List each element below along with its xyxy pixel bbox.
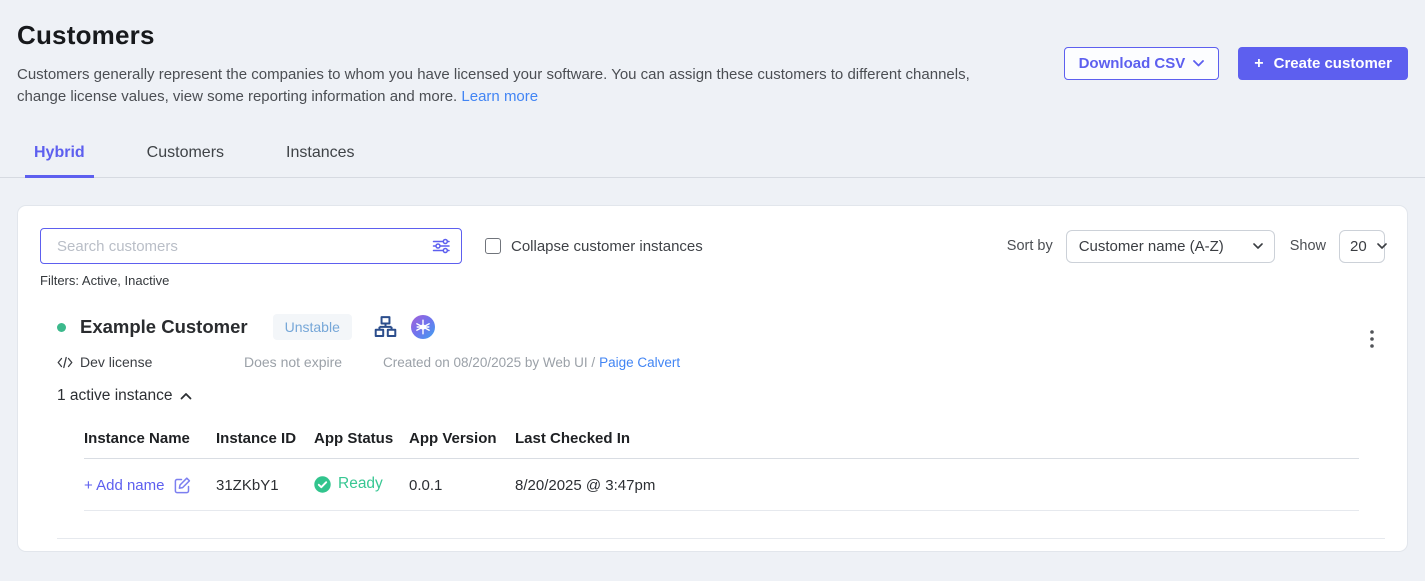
tab-instances[interactable]: Instances [277, 144, 363, 178]
app-status-cell: Ready [314, 475, 383, 493]
code-icon [57, 356, 73, 369]
license-expiration: Does not expire [244, 354, 383, 370]
app-version-cell: 0.0.1 [409, 459, 515, 511]
header-last-checked-in: Last Checked In [515, 426, 1359, 459]
show-select-value: 20 [1350, 238, 1367, 255]
instances-table-header-row: Instance Name Instance ID App Status App… [84, 426, 1359, 459]
toolbar-right: Sort by Customer name (A-Z) Show 20 [1007, 230, 1385, 263]
collapse-instances-checkbox[interactable] [485, 238, 501, 254]
sort-select[interactable]: Customer name (A-Z) [1066, 230, 1275, 263]
customers-page: Customers Customers generally represent … [0, 0, 1425, 581]
created-on-text: Created on 08/20/2025 by Web UI / [383, 355, 595, 370]
customer-meta-row: Dev license Does not expire Created on 0… [57, 354, 1385, 370]
customer-block-divider [57, 538, 1385, 539]
header-instance-id: Instance ID [216, 426, 314, 459]
show-select[interactable]: 20 [1339, 230, 1385, 263]
chevron-up-icon [180, 392, 192, 400]
instance-id-cell: 31ZKbY1 [216, 459, 314, 511]
license-type-label: Dev license [80, 354, 152, 370]
collapse-instances-label: Collapse customer instances [511, 238, 703, 255]
check-circle-icon [314, 476, 331, 493]
active-filters-text: Filters: Active, Inactive [40, 273, 1385, 288]
header-app-version: App Version [409, 426, 515, 459]
instances-summary-label: 1 active instance [57, 387, 172, 405]
customers-card: Collapse customer instances Sort by Cust… [17, 205, 1408, 552]
customer-block: Example Customer Unstable [40, 314, 1385, 539]
create-customer-label: Create customer [1274, 55, 1392, 72]
created-by-link[interactable]: Paige Calvert [599, 355, 680, 370]
customer-header-row: Example Customer Unstable [57, 314, 1385, 340]
app-status-label: Ready [338, 475, 383, 493]
created-by-text: Created on 08/20/2025 by Web UI / Paige C… [383, 355, 680, 370]
search-input[interactable] [40, 228, 462, 264]
instances-toggle[interactable]: 1 active instance [57, 387, 192, 405]
customer-name[interactable]: Example Customer [80, 316, 248, 338]
collapse-instances-control: Collapse customer instances [485, 238, 703, 255]
filter-sliders-icon[interactable] [431, 236, 451, 256]
instances-table: Instance Name Instance ID App Status App… [84, 426, 1359, 511]
tab-bar: Hybrid Customers Instances [0, 144, 1425, 178]
plus-icon: + [1254, 55, 1263, 73]
show-label: Show [1290, 238, 1326, 254]
channel-badge: Unstable [273, 314, 352, 340]
kebab-menu-icon[interactable] [1364, 328, 1380, 350]
page-description: Customers generally represent the compan… [17, 64, 982, 108]
add-name-label: + Add name [84, 477, 164, 494]
add-instance-name-button[interactable]: + Add name [84, 476, 192, 495]
download-csv-button[interactable]: Download CSV [1064, 47, 1220, 80]
create-customer-button[interactable]: + Create customer [1238, 47, 1408, 80]
download-csv-label: Download CSV [1079, 55, 1186, 72]
last-checked-in-cell: 8/20/2025 @ 3:47pm [515, 459, 1359, 511]
customer-type-icons [373, 314, 436, 340]
toolbar: Collapse customer instances Sort by Cust… [40, 228, 1385, 264]
chevron-down-icon [1193, 60, 1204, 67]
tab-hybrid[interactable]: Hybrid [25, 144, 94, 178]
page-header: Customers Customers generally represent … [0, 0, 1425, 108]
chevron-down-icon [1253, 243, 1263, 249]
edit-icon[interactable] [173, 476, 192, 495]
sort-by-label: Sort by [1007, 238, 1053, 254]
tab-customers[interactable]: Customers [138, 144, 233, 178]
chevron-down-icon [1377, 243, 1387, 249]
sort-select-value: Customer name (A-Z) [1079, 238, 1224, 255]
kubernetes-icon [410, 314, 436, 340]
search-wrap [40, 228, 462, 264]
license-type: Dev license [57, 354, 244, 370]
header-app-status: App Status [314, 426, 409, 459]
header-instance-name: Instance Name [84, 426, 216, 459]
header-actions: Download CSV + Create customer [1064, 47, 1408, 80]
sitemap-icon [373, 315, 398, 340]
learn-more-link[interactable]: Learn more [461, 88, 538, 105]
table-row: + Add name 31ZKbY1 [84, 459, 1359, 511]
active-status-dot [57, 323, 66, 332]
